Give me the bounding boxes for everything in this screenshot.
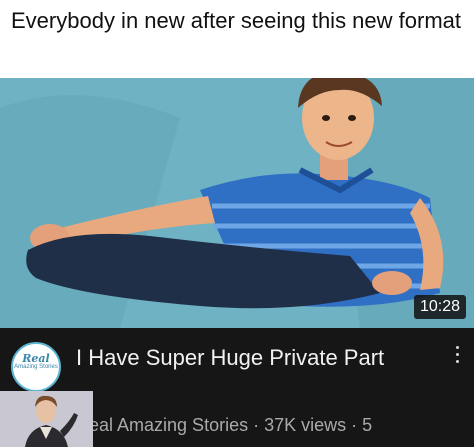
avatar-text-line2: Amazing Stories [14, 364, 58, 370]
avatar-text-line1: Real [22, 352, 50, 365]
meme-caption: Everybody in new after seeing this new f… [11, 8, 462, 33]
inset-illustration [0, 391, 93, 447]
video-duration-badge: 10:28 [413, 295, 466, 319]
more-vert-icon[interactable] [452, 346, 462, 370]
video-meta: Real Amazing Stories · 37K views · 5 hou… [76, 415, 373, 447]
rickroll-inset-image [0, 391, 93, 447]
video-thumbnail[interactable]: 10:28 [0, 78, 474, 328]
video-title[interactable]: I Have Super Huge Private Part [76, 344, 426, 371]
channel-avatar[interactable]: Real Amazing Stories [11, 342, 61, 392]
thumbnail-illustration [0, 78, 474, 328]
